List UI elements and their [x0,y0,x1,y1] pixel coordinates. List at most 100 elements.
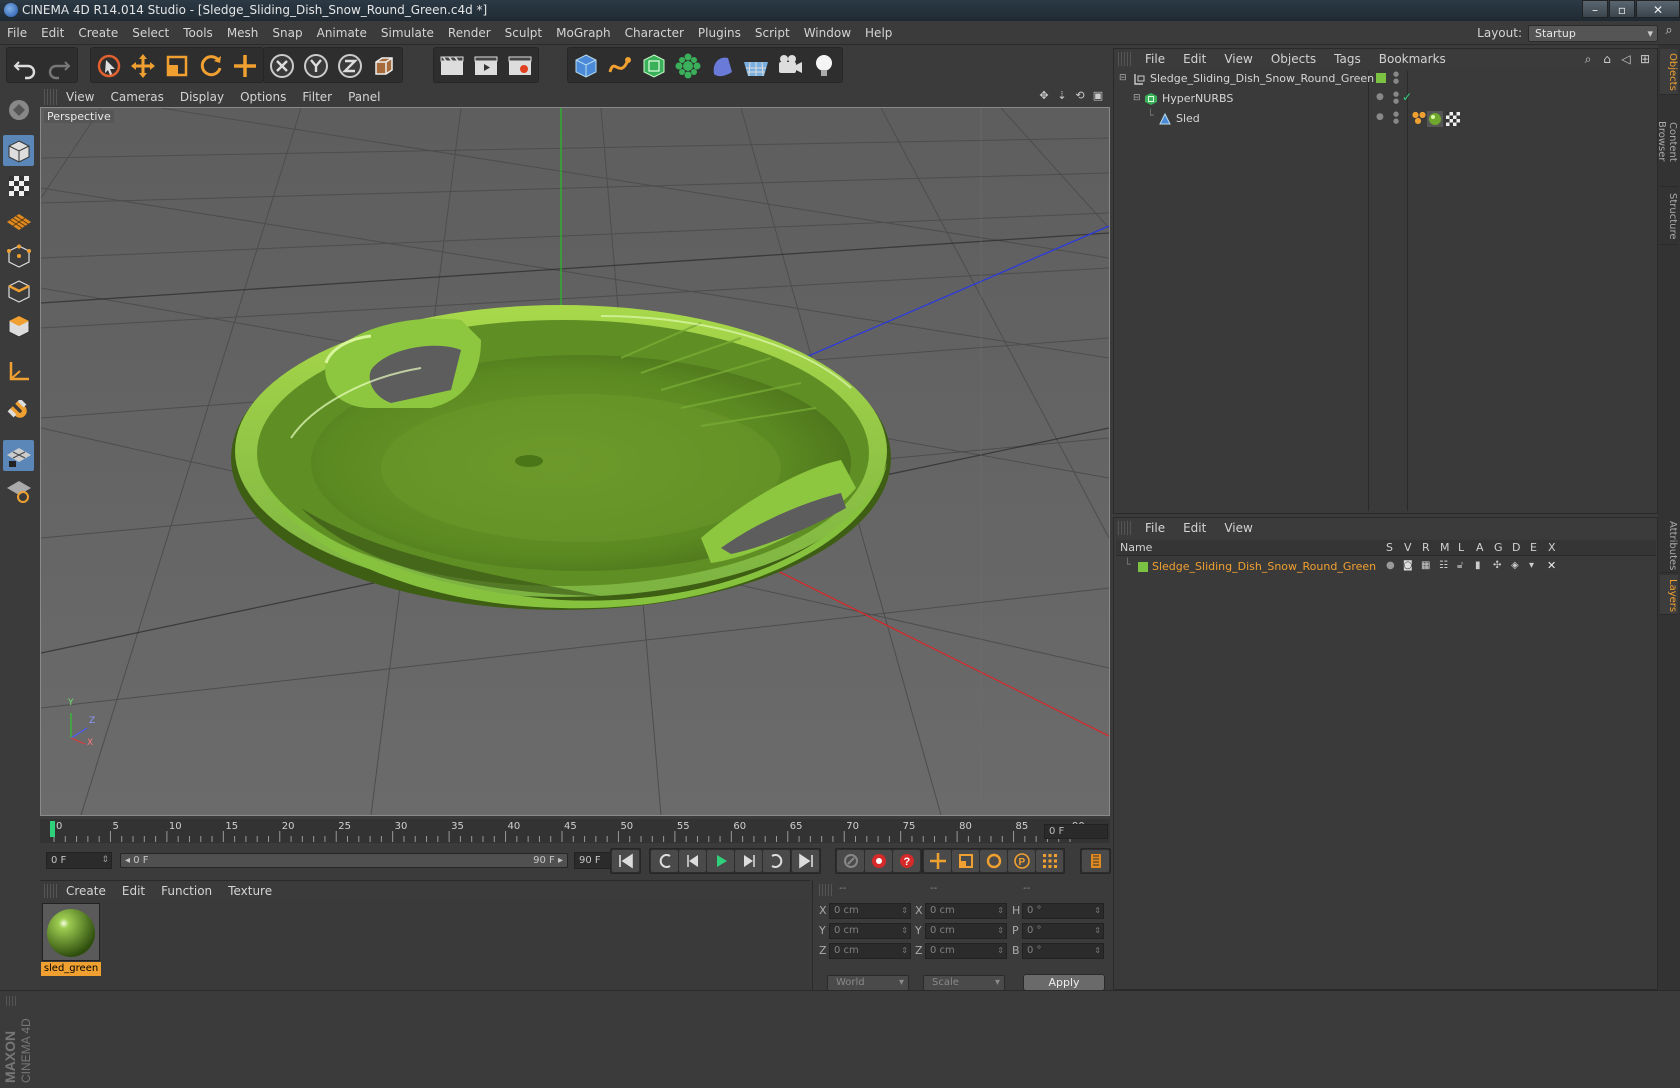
z-axis-lock-icon[interactable] [333,49,367,83]
spline-pen-icon[interactable] [603,49,637,83]
layers-menu-view[interactable]: View [1215,521,1261,535]
home-icon[interactable]: ⌂ [1599,52,1615,67]
menu-window[interactable]: Window [797,21,858,45]
scale-icon[interactable] [160,49,194,83]
column-animation[interactable]: A [1476,541,1484,554]
generators-toggle-icon[interactable]: ✣ [1493,560,1501,571]
object-name[interactable]: HyperNURBS [1162,92,1233,105]
column-solo[interactable]: S [1386,541,1393,554]
objects-menu-objects[interactable]: Objects [1262,52,1325,66]
layer-color-swatch[interactable] [1138,562,1148,572]
deformers-toggle-icon[interactable]: ◈ [1511,560,1519,571]
material-menu-create[interactable]: Create [58,884,114,898]
layers-menu-file[interactable]: File [1136,521,1174,535]
menu-edit[interactable]: Edit [34,21,71,45]
toggle-view-layout-icon[interactable]: ▣ [1090,89,1106,105]
viewport-menu-display[interactable]: Display [172,90,232,104]
column-xref[interactable]: X [1548,541,1556,554]
y-axis-lock-icon[interactable] [299,49,333,83]
size-y-field[interactable]: 0 cm [925,923,1007,939]
go-to-start-icon[interactable] [612,850,639,872]
menu-mesh[interactable]: Mesh [220,21,266,45]
make-editable-icon[interactable] [3,94,34,125]
animation-toggle-icon[interactable]: ▮ [1475,560,1481,571]
layer-dot-icon[interactable]: ● [1376,92,1384,102]
position-y-field[interactable]: 0 cm [829,923,911,939]
go-to-end-icon[interactable] [792,850,819,872]
start-frame-field[interactable]: 0 F [46,852,112,869]
deformer-icon[interactable] [705,49,739,83]
menu-script[interactable]: Script [748,21,797,45]
edges-mode-icon[interactable] [3,275,34,306]
key-scale-icon[interactable] [952,850,979,872]
menu-render[interactable]: Render [441,21,498,45]
rotate-icon[interactable] [194,49,228,83]
locked-workplane-icon[interactable] [3,440,34,471]
panel-grip[interactable] [44,89,58,105]
panel-grip[interactable] [44,883,58,898]
coordinate-space-dropdown[interactable]: World [827,975,909,991]
tab-structure[interactable]: Structure [1660,189,1678,245]
size-mode-dropdown[interactable]: Scale [923,975,1005,991]
menu-simulate[interactable]: Simulate [374,21,441,45]
material-tag-icon[interactable] [1427,111,1443,127]
keyframe-selection-help-icon[interactable]: ? [893,850,920,872]
floor-environment-icon[interactable] [739,49,773,83]
layer-row[interactable]: └ Sledge_Sliding_Dish_Snow_Round_Green ●… [1116,558,1656,576]
material-menu-texture[interactable]: Texture [220,884,280,898]
next-frame-icon[interactable] [735,850,762,872]
workplane-icon[interactable] [3,205,34,236]
column-locked[interactable]: L [1458,541,1464,554]
menu-help[interactable]: Help [858,21,899,45]
points-mode-icon[interactable] [3,240,34,271]
x-axis-lock-icon[interactable] [265,49,299,83]
size-x-field[interactable]: 0 cm [925,903,1007,919]
key-rotation-icon[interactable] [980,850,1007,872]
collapse-icon[interactable]: ⊟ [1133,93,1141,103]
animation-timeline[interactable]: 051015202530354045505560657075808590 [40,819,1110,843]
search-icon[interactable]: ⌕ [1658,23,1680,43]
add-object-icon[interactable] [228,49,262,83]
layer-name[interactable]: Sledge_Sliding_Dish_Snow_Round_Green [1152,560,1376,573]
lock-toggle-icon[interactable]: 🔓︎ [1457,560,1463,571]
menu-animate[interactable]: Animate [310,21,374,45]
apply-button[interactable]: Apply [1023,974,1105,991]
preview-range-slider[interactable]: ◂ 0 F 90 F ▸ [120,853,568,868]
material-menu-edit[interactable]: Edit [114,884,153,898]
light-icon[interactable] [807,49,841,83]
axis-mode-icon[interactable] [3,355,34,386]
position-x-field[interactable]: 0 cm [829,903,911,919]
expressions-toggle-icon[interactable]: ▾ [1529,560,1534,571]
object-name[interactable]: Sled [1176,112,1200,125]
menu-file[interactable]: File [0,21,34,45]
column-deformers[interactable]: D [1512,541,1520,554]
tab-layers[interactable]: Layers [1660,575,1678,615]
previous-keyframe-icon[interactable] [651,850,678,872]
viewport-menu-options[interactable]: Options [232,90,294,104]
previous-frame-icon[interactable] [679,850,706,872]
visibility-dots-icon[interactable]: ● ● [1393,111,1399,125]
next-keyframe-icon[interactable] [763,850,790,872]
viewport-menu-filter[interactable]: Filter [294,90,340,104]
objects-menu-edit[interactable]: Edit [1174,52,1215,66]
panel-grip[interactable] [819,884,833,896]
solo-toggle-icon[interactable]: ● [1386,560,1395,571]
new-window-icon[interactable]: ⊞ [1637,52,1653,67]
planar-workplane-icon[interactable] [3,475,34,506]
viewport-menu-view[interactable]: View [58,90,102,104]
polygons-mode-icon[interactable] [3,310,34,341]
menu-snap[interactable]: Snap [265,21,309,45]
menu-create[interactable]: Create [71,21,125,45]
phong-tag-icon[interactable]: ●● ● [1412,111,1426,125]
key-parameter-icon[interactable]: P [1008,850,1035,872]
menu-tools[interactable]: Tools [176,21,220,45]
rotation-b-field[interactable]: 0 ° [1022,943,1104,959]
column-manager[interactable]: M [1440,541,1450,554]
move-icon[interactable] [126,49,160,83]
subdivision-surface-icon[interactable] [637,49,671,83]
objects-menu-tags[interactable]: Tags [1325,52,1370,66]
key-position-icon[interactable] [924,850,951,872]
visibility-dots-icon[interactable]: ● ● [1393,71,1399,85]
render-view-icon[interactable] [435,49,469,83]
minimize-button[interactable]: – [1582,0,1608,18]
